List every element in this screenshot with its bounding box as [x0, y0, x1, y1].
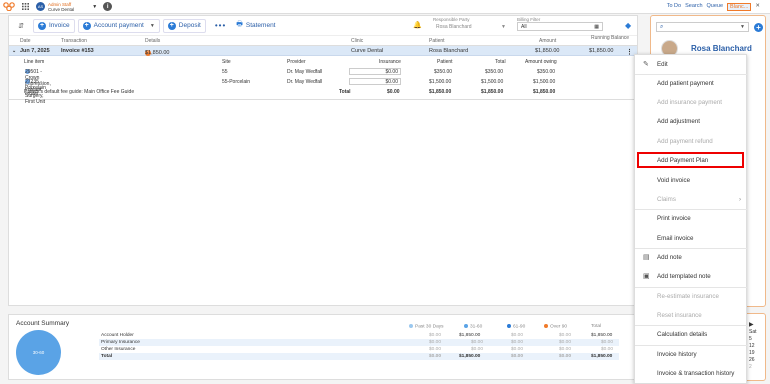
plus-icon: +: [167, 21, 176, 30]
menu-item-add-patient-payment[interactable]: Add patient payment: [635, 75, 748, 92]
note-icon: ▤: [643, 254, 650, 261]
menu-item-add-adjustment[interactable]: Add adjustment: [635, 113, 748, 130]
info-icon[interactable]: i: [103, 2, 113, 11]
collapse-icon: ⌄: [12, 48, 17, 54]
menu-item-email-invoice[interactable]: Email invoice: [635, 230, 748, 247]
menu-item-reset-insurance: Reset insurance: [657, 312, 702, 319]
avatar: AS: [36, 2, 45, 11]
menu-item-invoice-transaction-history[interactable]: Invoice & transaction history: [635, 365, 748, 382]
menu-item-calculation-details[interactable]: Calculation details: [635, 326, 748, 343]
calendar-icon: ▦: [594, 23, 599, 30]
add-patient-button[interactable]: +: [754, 23, 763, 32]
patient-search-input[interactable]: ⌕ ▼: [656, 22, 749, 32]
highlight-box: [637, 152, 744, 168]
menu-item-print-invoice[interactable]: Print invoice: [635, 210, 748, 227]
chevron-down-icon: ▼: [740, 24, 745, 30]
search-icon: ⌕: [660, 24, 664, 30]
line-items-table: Line item Site Provider Insurance Patien…: [9, 56, 637, 105]
fee-guide-note: Patient's default fee guide: Main Office…: [24, 89, 135, 95]
top-bar: AS Admin Staff Curve Dental ▼ i To Do Se…: [0, 0, 770, 14]
more-icon[interactable]: •••: [215, 21, 226, 30]
plus-icon: +: [38, 21, 46, 30]
pencil-icon: ✎: [643, 61, 649, 68]
menu-item-re-estimate-insurance: Re-estimate insurance: [657, 293, 719, 300]
ledger-panel: ⇵ + Invoice + Account payment ▼ + Deposit ••…: [8, 15, 638, 306]
menu-item-add-note[interactable]: ▤ Add note: [635, 249, 748, 266]
calendar-date: 26: [749, 357, 755, 363]
calendar-date: 19: [749, 350, 755, 356]
bell-icon[interactable]: 🔔: [413, 21, 422, 29]
aging-pie-chart: 30-60: [16, 330, 61, 375]
chevron-down-icon: ▼: [149, 22, 155, 29]
search-link[interactable]: Search: [685, 3, 702, 11]
responsible-party-filter[interactable]: Responsible Party Rosa Blanchard ▼: [433, 17, 509, 31]
app-logo-icon[interactable]: [0, 0, 18, 14]
todo-link[interactable]: To Do: [667, 3, 681, 11]
insurance-field[interactable]: $0.00: [349, 68, 401, 75]
apps-grid-icon[interactable]: [20, 0, 30, 14]
statement-button[interactable]: 🖶 Statement: [232, 19, 279, 33]
calendar-date: 5: [749, 336, 752, 342]
menu-item-add-payment-refund: Add payment refund: [657, 138, 713, 145]
calendar-day-label: Sat: [749, 329, 757, 335]
invoice-context-menu: ✎ Edit Add patient payment Add insurance …: [634, 54, 748, 384]
insurance-field[interactable]: $0.00: [349, 78, 401, 85]
user-switcher[interactable]: AS Admin Staff Curve Dental ▼: [36, 2, 97, 12]
summary-row-primary-insurance: Primary Insurance $0.00 $0.00 $0.00 $0.0…: [99, 339, 619, 346]
user-name: Admin Staff: [48, 1, 72, 7]
menu-item-add-templated-note[interactable]: ▣ Add templated note: [635, 268, 748, 285]
menu-item-claims: Claims ›: [635, 191, 748, 208]
account-summary-title: Account Summary: [16, 320, 70, 327]
clinic-name: Curve Dental: [48, 6, 75, 12]
ledger-column-headers: Date Transaction Details Clinic Patient …: [9, 36, 637, 46]
calendar-date: 12: [749, 343, 755, 349]
summary-row-total: Total $0.00 $1,850.00 $0.00 $0.00 $1,850…: [99, 353, 619, 360]
templated-note-icon: ▣: [643, 273, 650, 280]
close-icon[interactable]: ✕: [755, 3, 760, 11]
billing-filter[interactable]: Billing Filter All ▦: [517, 17, 603, 31]
row-actions-menu-icon[interactable]: ⋮: [626, 48, 633, 56]
patient-tab[interactable]: Blanc...: [727, 3, 752, 11]
patient-name: Rosa Blanchard: [691, 44, 752, 53]
deposit-button[interactable]: + Deposit: [162, 18, 206, 33]
plus-icon: +: [82, 21, 91, 30]
summary-row-account-holder: Account Holder $0.00 $1,850.00 $0.00 $0.…: [101, 333, 613, 338]
account-summary: Account Summary 30-60 Past 30 Days 31-60…: [8, 314, 638, 380]
cube-icon[interactable]: ◆: [625, 21, 631, 30]
menu-item-void-invoice[interactable]: Void invoice: [635, 172, 748, 189]
invoice-row[interactable]: ⌄ Jun 7, 2025 Invoice #153 ! $1,850.00 Cu…: [9, 46, 637, 56]
sort-icon[interactable]: ⇵: [9, 22, 33, 30]
add-invoice-button[interactable]: + Invoice: [33, 18, 75, 33]
chevron-right-icon: ›: [738, 196, 741, 203]
chevron-down-icon: ▼: [92, 3, 98, 10]
account-payment-button[interactable]: + Account payment ▼: [77, 18, 160, 33]
play-icon[interactable]: ▶: [749, 321, 754, 328]
queue-link[interactable]: Queue: [707, 3, 724, 11]
menu-item-edit[interactable]: ✎ Edit: [635, 56, 748, 73]
menu-item-invoice-history[interactable]: Invoice history: [635, 346, 748, 363]
summary-row-other-insurance: Other Insurance $0.00 $0.00 $0.00 $0.00 …: [101, 347, 614, 352]
calendar-date: 2: [749, 364, 752, 370]
print-icon: 🖶: [236, 21, 243, 28]
menu-item-add-insurance-payment: Add insurance payment: [657, 99, 723, 106]
